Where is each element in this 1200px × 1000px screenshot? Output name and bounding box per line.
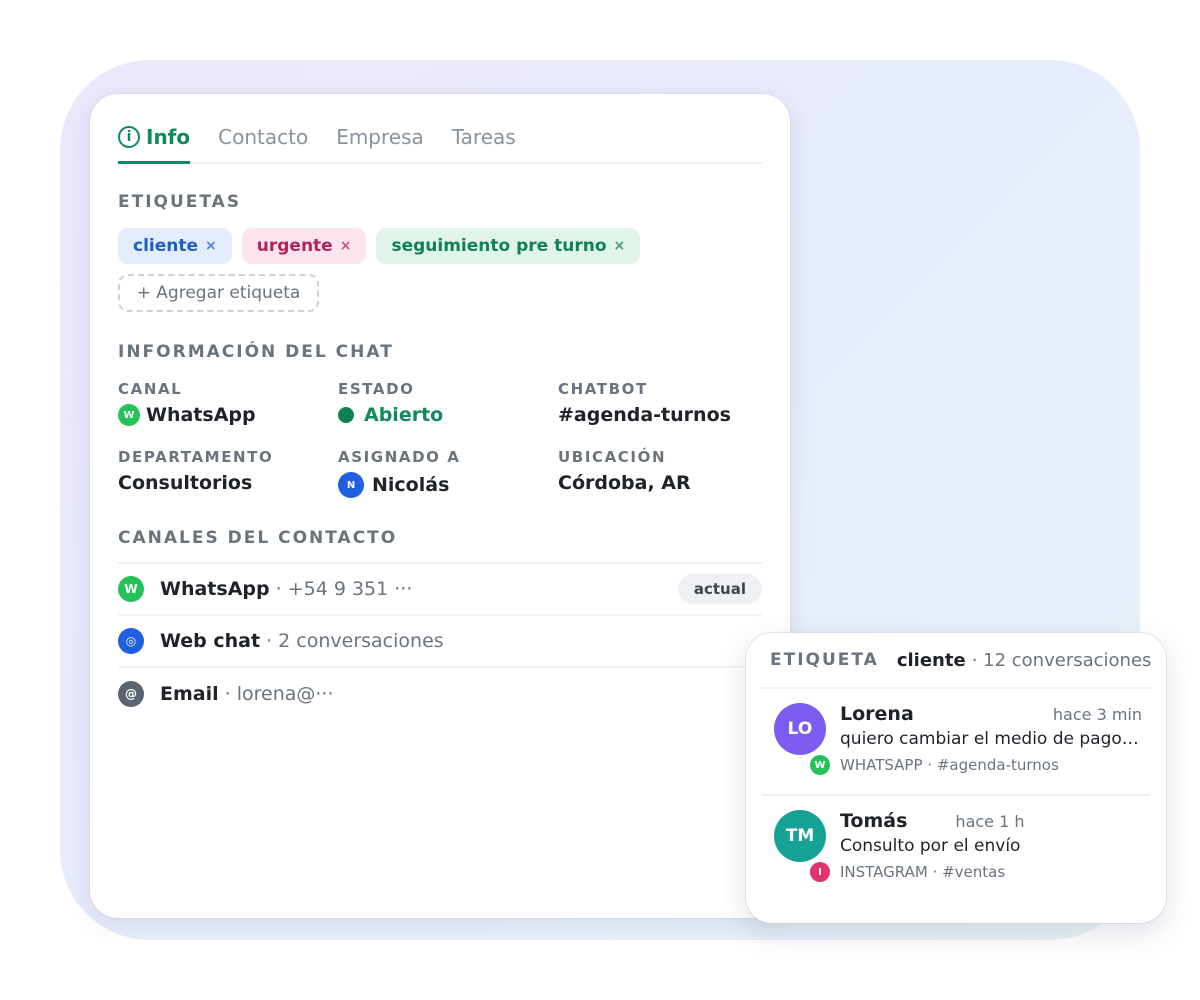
conversation-message: Consulto por el envío [840,836,1021,856]
ubicacion-value: Córdoba, AR [558,472,691,494]
field-label: ASIGNADO A [338,448,461,466]
channel-row-whatsapp[interactable]: W WhatsApp · +54 9 351 ··· actual [118,564,762,616]
conversation-item[interactable]: LO Lorena hace 3 min quiero cambiar el m… [762,689,1150,794]
tab-contacto-label: Contacto [218,125,309,149]
tab-tareas[interactable]: Tareas [452,112,516,162]
tab-info-label: Info [146,124,191,149]
tab-bar: i Info Contacto Empresa Tareas [118,94,762,164]
field-label: ESTADO [338,380,415,398]
chip-urgente[interactable]: urgente × [241,228,367,264]
close-icon[interactable]: × [340,238,352,254]
field-value: W WhatsApp [118,404,338,426]
add-label-button[interactable]: + Agregar etiqueta [118,274,319,312]
close-icon[interactable]: × [205,238,217,254]
whatsapp-icon: W [118,404,140,426]
chat-info-section-title: INFORMACIÓN DEL CHAT [118,342,394,362]
conversation-item[interactable]: TM Tomás hace 1 h Consulto por el envío … [762,794,1150,899]
status-dot-icon [338,407,354,423]
estado-value: Abierto [364,404,444,426]
field-value: N Nicolás [338,472,558,498]
info-circle-icon: i [118,125,140,148]
chip-label: cliente [133,236,199,256]
avatar: LO [774,703,826,755]
whatsapp-icon: W [810,755,830,775]
tab-tareas-label: Tareas [451,125,516,149]
field-asignado: ASIGNADO A N Nicolás [338,448,558,498]
field-label: DEPARTAMENTO [118,448,274,466]
current-channel-badge: actual [677,574,762,604]
channel-detail: · +54 9 351 ··· [275,578,413,600]
contact-channel-list: W WhatsApp · +54 9 351 ··· actual ◎ Web … [118,562,762,720]
tab-empresa[interactable]: Empresa [336,112,424,162]
popup-header: ETIQUETA cliente · 12 conversaciones [762,633,1152,689]
contact-channels-section-title: CANALES DEL CONTACTO [118,528,398,548]
tab-contacto[interactable]: Contacto [218,112,308,162]
conversation-top: Lorena hace 3 min [840,703,1142,725]
field-departamento: DEPARTAMENTO Consultorios [118,448,338,498]
channel-detail: · lorena@··· [224,683,334,705]
field-label: CHATBOT [558,380,648,398]
channel-detail: · 2 conversaciones [266,630,444,652]
chip-seguimiento-pre-turno[interactable]: seguimiento pre turno × [376,228,641,264]
labels-section-title: ETIQUETAS [118,192,242,212]
chatbot-value[interactable]: #agenda-turnos [558,404,758,426]
field-value: Abierto [338,404,558,426]
conversation-meta: I INSTAGRAM · #ventas [810,862,1142,882]
email-icon: @ [118,681,144,707]
field-estado: ESTADO Abierto [338,380,558,426]
tab-info[interactable]: i Info [118,112,191,164]
channel-row-email[interactable]: @ Email · lorena@··· [118,668,762,720]
channel-row-webchat[interactable]: ◎ Web chat · 2 conversaciones [118,616,762,668]
conversation-channel: WHATSAPP · #agenda-turnos [840,756,1059,774]
canal-value: WhatsApp [146,404,256,426]
asignado-value: Nicolás [372,474,450,496]
field-chatbot: CHATBOT #agenda-turnos [558,380,758,426]
chip-label: seguimiento pre turno [391,236,607,256]
close-icon[interactable]: × [614,238,626,254]
departamento-value: Consultorios [118,472,253,494]
conversation-top: Tomás hace 1 h [840,810,1142,832]
conversation-time: hace 3 min [1052,705,1142,724]
conversation-time: hace 1 h [955,812,1025,831]
conversation-meta: W WHATSAPP · #agenda-turnos [810,755,1142,775]
conversation-body: Lorena hace 3 min quiero cambiar el medi… [810,703,1142,794]
field-label: CANAL [118,380,183,398]
tag-conversations-popup: ETIQUETA cliente · 12 conversaciones LO … [746,633,1166,923]
webchat-icon: ◎ [118,628,144,654]
conversation-name: Lorena [840,703,914,725]
conversation-body: Tomás hace 1 h Consulto por el envío I I… [810,810,1142,899]
chat-info-grid: CANAL W WhatsApp ESTADO Abierto CHATBOT … [118,380,762,498]
label-chips: cliente × urgente × seguimiento pre turn… [118,228,762,264]
agent-avatar: N [338,472,364,498]
chip-label: urgente [256,236,333,256]
field-ubicacion: UBICACIÓN Córdoba, AR [558,448,758,498]
conversation-name: Tomás [840,810,908,832]
chip-cliente[interactable]: cliente × [118,228,232,264]
popup-label: ETIQUETA [770,650,879,670]
tab-empresa-label: Empresa [336,125,424,149]
whatsapp-icon: W [118,576,144,602]
channel-name: Email [160,683,219,705]
avatar: TM [774,810,826,862]
contact-info-panel: i Info Contacto Empresa Tareas ETIQUETAS… [90,94,790,918]
field-canal: CANAL W WhatsApp [118,380,338,426]
field-label: UBICACIÓN [558,448,667,466]
instagram-icon: I [810,862,830,882]
popup-tag: cliente [896,649,966,671]
conversation-channel: INSTAGRAM · #ventas [840,863,1006,881]
popup-count: · 12 conversaciones [971,649,1152,671]
channel-name: WhatsApp [160,578,270,600]
conversation-message: quiero cambiar el medio de pago para el … [840,729,1142,749]
channel-name: Web chat [160,630,261,652]
